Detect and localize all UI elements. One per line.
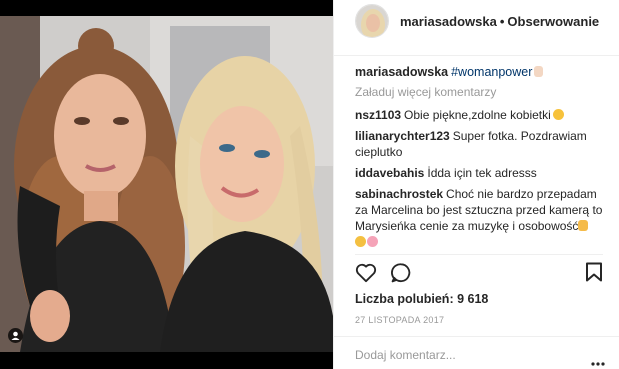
- post-date[interactable]: 27 LISTOPADA 2017: [355, 315, 444, 325]
- header-username[interactable]: mariasadowska: [400, 14, 497, 29]
- comment-item: nsz1103 Obie piękne,zdolne kobietki: [355, 107, 611, 123]
- speech-bubble-glyph: [391, 263, 411, 283]
- post-side-panel: mariasadowska • Obserwowanie mariasadowska…: [333, 0, 619, 369]
- post-header: mariasadowska • Obserwowanie: [334, 0, 619, 56]
- smiling-face-emoji-icon: [552, 109, 564, 120]
- actions-divider: [355, 254, 603, 255]
- comment-text: Obie piękne,zdolne kobietki: [404, 108, 551, 122]
- avatar-image: [356, 5, 388, 37]
- sweat-smile-emoji-icon: [355, 236, 366, 247]
- comment-item: lilianarychter123 Super fotka. Pozdrawiam…: [355, 128, 611, 160]
- instagram-post: mariasadowska • Obserwowanie mariasadowska…: [0, 0, 619, 369]
- follow-button[interactable]: Obserwowanie: [507, 14, 599, 29]
- comment-username[interactable]: iddavebahis: [355, 166, 424, 180]
- heart-glyph: [355, 263, 377, 283]
- add-comment-input[interactable]: Dodaj komentarz...: [355, 348, 456, 362]
- photo-illustration: [0, 16, 333, 352]
- caption-username[interactable]: mariasadowska: [355, 65, 448, 79]
- header-line: mariasadowska • Obserwowanie: [400, 14, 599, 29]
- victory-hand-emoji-icon: [534, 66, 544, 77]
- post-photo[interactable]: [0, 0, 333, 369]
- comment-username[interactable]: nsz1103: [355, 108, 401, 122]
- action-bar: [355, 262, 605, 286]
- user-tag-glyph: [11, 331, 20, 340]
- caption: mariasadowska #womanpower: [355, 64, 611, 80]
- bookmark-icon[interactable]: [585, 262, 603, 285]
- add-comment-bar: Dodaj komentarz...: [334, 336, 619, 369]
- user-tag-icon[interactable]: [8, 328, 23, 343]
- photo-frame: [0, 16, 333, 352]
- heart-icon[interactable]: [355, 262, 377, 286]
- speech-bubble-icon[interactable]: [390, 262, 412, 287]
- avatar[interactable]: [355, 4, 389, 38]
- header-separator: •: [499, 14, 505, 29]
- comment-username[interactable]: sabinachrostek: [355, 187, 443, 201]
- ellipsis-icon[interactable]: [591, 355, 605, 369]
- load-more-comments-link[interactable]: Załaduj więcej komentarzy: [355, 84, 611, 100]
- comment-item: iddavebahis İdda için tek adresss: [355, 165, 611, 181]
- caption-hashtag[interactable]: #womanpower: [451, 65, 532, 79]
- bookmark-glyph: [586, 262, 602, 282]
- comment-item: sabinachrostek Choć nie bardzo przepadam …: [355, 186, 611, 250]
- comment-username[interactable]: lilianarychter123: [355, 129, 450, 143]
- heart-eyes-emoji-icon: [367, 236, 378, 247]
- comment-text: İdda için tek adresss: [427, 166, 537, 180]
- likes-count[interactable]: Liczba polubień: 9 618: [355, 292, 488, 306]
- thumbs-up-emoji-icon: [578, 220, 589, 231]
- ellipsis-glyph: [591, 362, 605, 366]
- comments-list: mariasadowska #womanpower Załaduj więcej …: [355, 64, 611, 255]
